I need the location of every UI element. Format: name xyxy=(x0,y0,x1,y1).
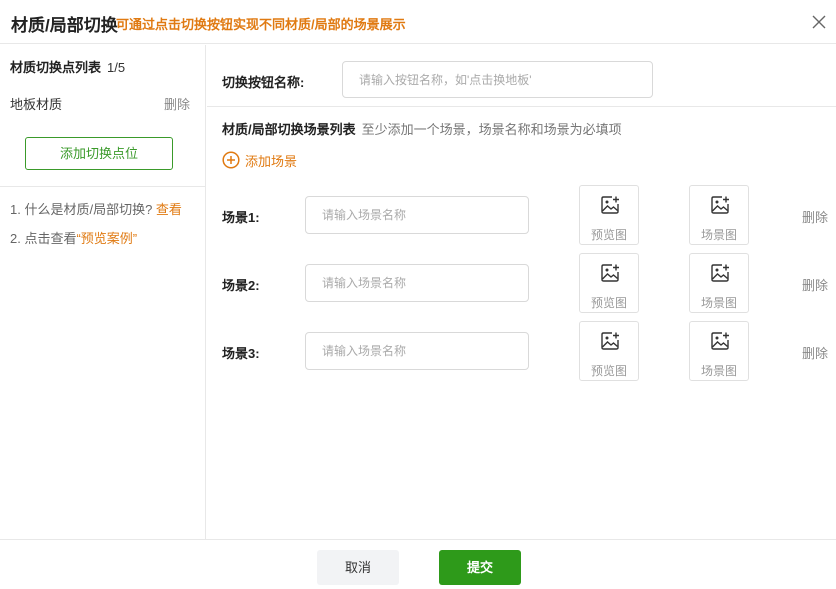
delete-scene-button[interactable]: 删除 xyxy=(802,207,828,226)
upload-preview-image[interactable]: 预览图 xyxy=(579,253,639,313)
scene-label: 场景2: xyxy=(222,278,260,293)
switch-point-list-label: 材质切换点列表 xyxy=(10,60,102,75)
dialog-title: 材质/局部切换 xyxy=(11,16,118,35)
switch-point-name[interactable]: 地板材质 xyxy=(10,94,62,113)
help-line-2: 2. 点击查看“预览案例” xyxy=(10,228,137,247)
image-add-icon xyxy=(711,332,729,350)
delete-scene-button[interactable]: 删除 xyxy=(802,343,828,362)
scene-list-header: 材质/局部切换场景列表 至少添加一个场景，场景名称和场景为必填项 xyxy=(222,119,622,138)
upload-scene-image[interactable]: 场景图 xyxy=(689,253,749,313)
preview-image-caption: 预览图 xyxy=(590,296,627,310)
scene-row: 场景2: 预览图 场景图 删除 xyxy=(207,253,836,313)
plus-circle-icon xyxy=(222,151,240,169)
upload-preview-image[interactable]: 预览图 xyxy=(579,185,639,245)
switch-point-count: 1/5 xyxy=(107,60,126,75)
upload-scene-image[interactable]: 场景图 xyxy=(689,185,749,245)
help-view-link[interactable]: 查看 xyxy=(156,202,182,217)
help-text-what-is: 1. 什么是材质/局部切换? xyxy=(10,202,153,217)
section-divider xyxy=(207,106,836,107)
button-name-input[interactable] xyxy=(342,61,653,98)
upload-scene-image[interactable]: 场景图 xyxy=(689,321,749,381)
add-scene-label: 添加场景 xyxy=(245,153,298,169)
delete-switch-point-button[interactable]: 删除 xyxy=(164,94,190,113)
scene-name-input[interactable] xyxy=(305,264,529,302)
preview-example-link[interactable]: “预览案例” xyxy=(76,231,137,246)
submit-button[interactable]: 提交 xyxy=(439,550,521,585)
scene-row: 场景1: 预览图 场景图 删除 xyxy=(207,185,836,245)
scene-label: 场景1: xyxy=(222,210,260,225)
scene-name-input[interactable] xyxy=(305,196,529,234)
help-text-click-view: 2. 点击查看 xyxy=(10,231,77,246)
scene-list-label: 材质/局部切换场景列表 xyxy=(222,122,356,137)
upload-preview-image[interactable]: 预览图 xyxy=(579,321,639,381)
scene-image-caption: 场景图 xyxy=(700,228,737,242)
scene-label: 场景3: xyxy=(222,346,260,361)
scene-image-caption: 场景图 xyxy=(700,364,737,378)
preview-image-caption: 预览图 xyxy=(590,364,627,378)
scene-row: 场景3: 预览图 场景图 删除 xyxy=(207,321,836,381)
image-add-icon xyxy=(601,264,619,282)
image-add-icon xyxy=(601,196,619,214)
scene-config-panel: 切换按钮名称: 材质/局部切换场景列表至少添加一个场景，场景名称和场景为必填项 … xyxy=(207,45,836,539)
add-switch-point-button[interactable]: 添加切换点位 xyxy=(25,137,173,170)
dialog-header: 材质/局部切换 可通过点击切换按钮实现不同材质/局部的场景展示 xyxy=(0,0,836,44)
scene-name-input[interactable] xyxy=(305,332,529,370)
cancel-button[interactable]: 取消 xyxy=(317,550,399,585)
image-add-icon xyxy=(601,332,619,350)
image-add-icon xyxy=(711,196,729,214)
delete-scene-button[interactable]: 删除 xyxy=(802,275,828,294)
help-line-1: 1. 什么是材质/局部切换? 查看 xyxy=(10,199,182,218)
scene-image-caption: 场景图 xyxy=(700,296,737,310)
image-add-icon xyxy=(711,264,729,282)
button-name-label: 切换按钮名称: xyxy=(222,75,305,90)
close-icon[interactable] xyxy=(810,13,828,31)
switch-point-panel: 材质切换点列表 1/5 地板材质 删除 添加切换点位 1. 什么是材质/局部切换?… xyxy=(0,45,206,539)
dialog-footer: 取消 提交 xyxy=(0,539,836,589)
dialog-subtitle: 可通过点击切换按钮实现不同材质/局部的场景展示 xyxy=(116,17,406,32)
add-scene-button[interactable]: 添加场景 xyxy=(222,151,297,169)
preview-image-caption: 预览图 xyxy=(590,228,627,242)
scene-list-hint: 至少添加一个场景，场景名称和场景为必填项 xyxy=(361,122,622,137)
switch-point-list-header: 材质切换点列表 1/5 xyxy=(10,57,125,76)
divider xyxy=(0,186,206,187)
switch-point-item[interactable]: 地板材质 删除 xyxy=(0,94,206,113)
